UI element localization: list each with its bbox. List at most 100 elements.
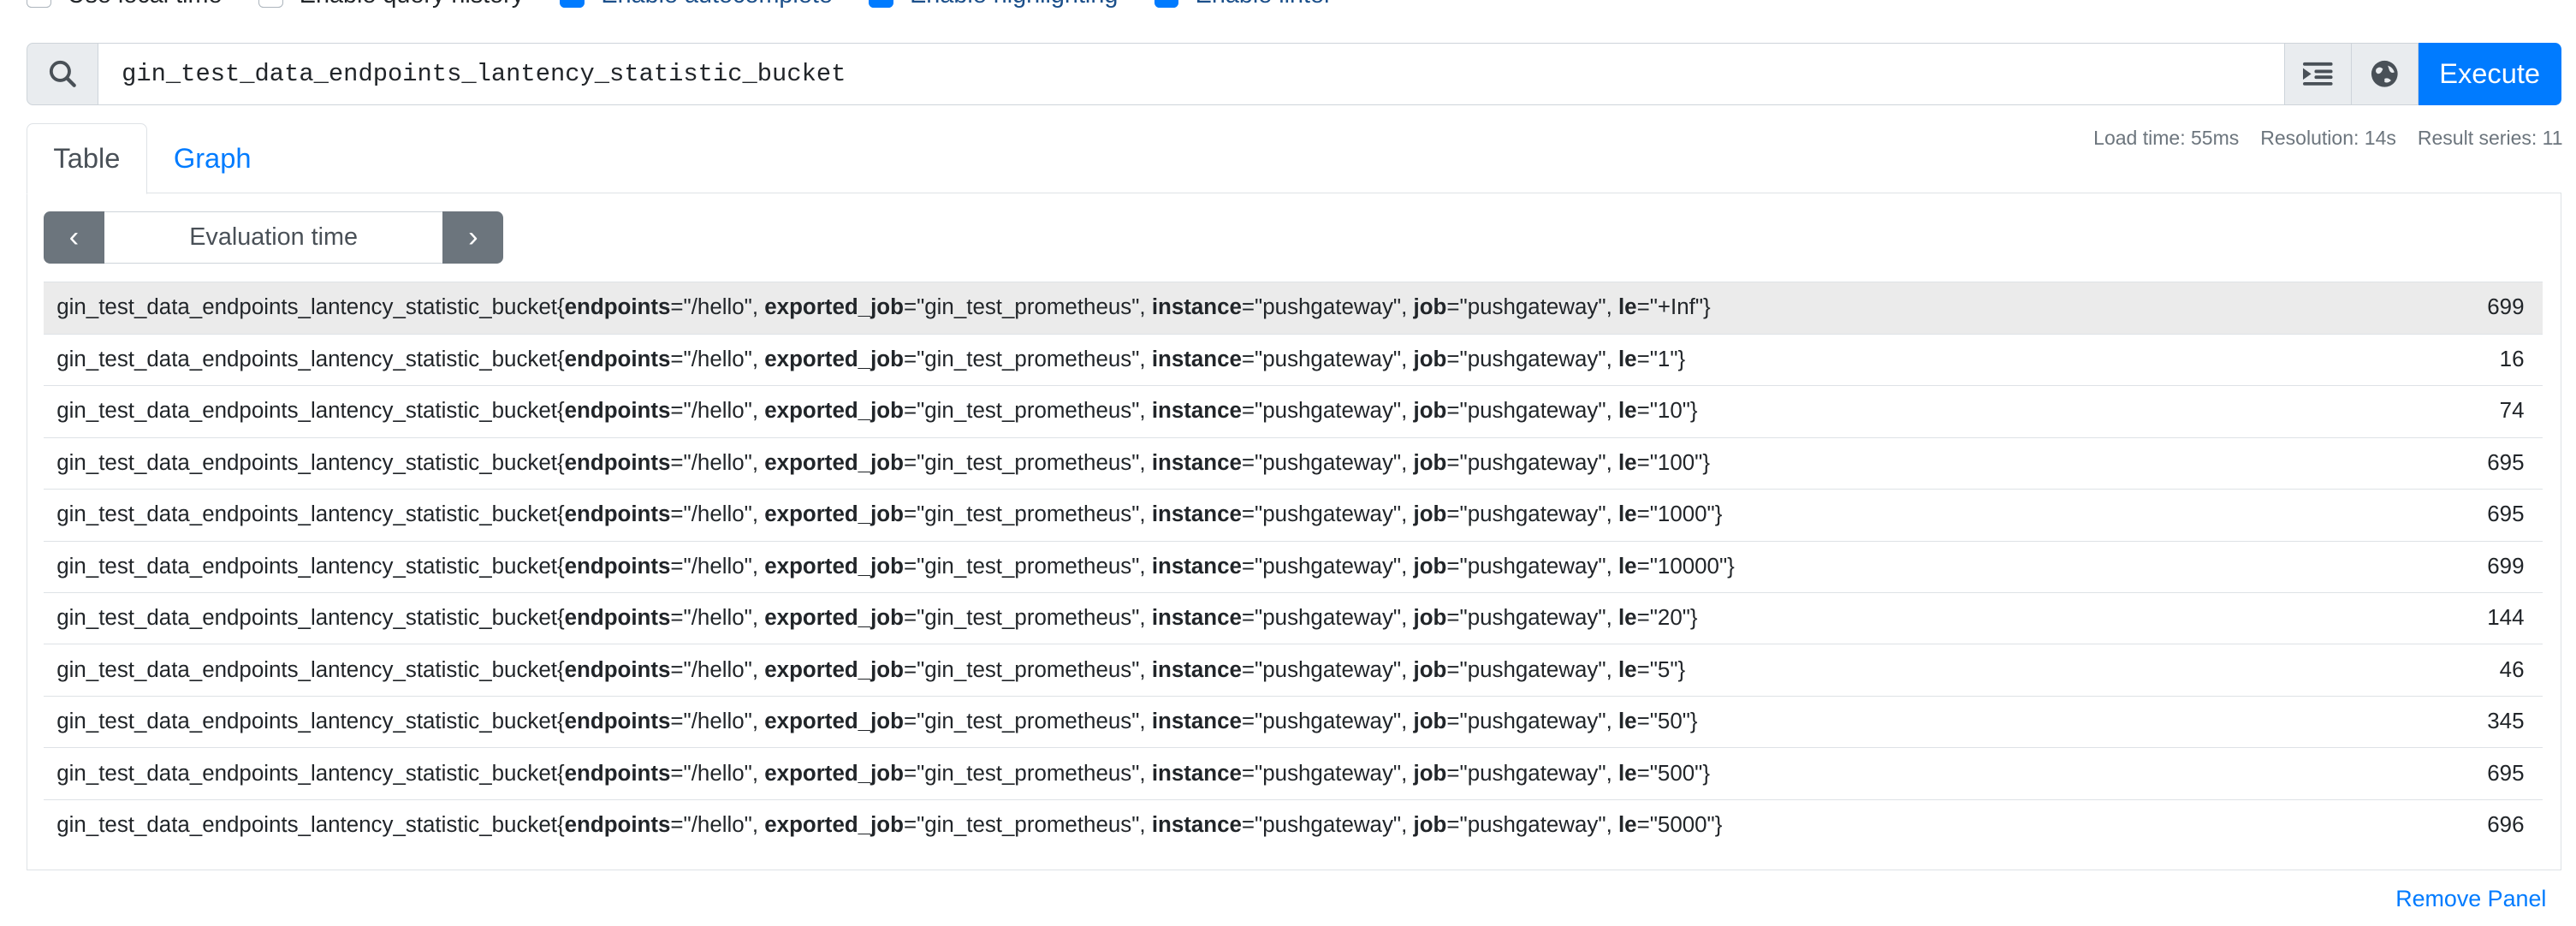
label-text: pushgateway xyxy=(1262,606,1393,631)
label-text: { xyxy=(556,347,565,371)
label-text: ", xyxy=(744,347,765,371)
label-name: le xyxy=(1617,295,1637,320)
label-text: 20 xyxy=(1657,606,1683,631)
label-text: 100 xyxy=(1657,450,1695,475)
chevron-left-icon: ‹ xyxy=(68,220,80,253)
label-text: =" xyxy=(670,450,691,475)
label-text: =" xyxy=(670,399,691,424)
series-value: 695 xyxy=(2487,761,2525,786)
option-query-history[interactable]: Enable query history xyxy=(258,0,524,9)
metrics-explorer-button[interactable] xyxy=(2351,42,2419,105)
label-text: pushgateway xyxy=(1467,399,1599,424)
label-text: /hello xyxy=(691,399,745,424)
label-text: ", xyxy=(1392,295,1414,320)
label-text: "} xyxy=(1670,347,1686,371)
results-table: gin_test_data_endpoints_lantency_statist… xyxy=(43,282,2543,851)
label-text: ", xyxy=(1392,709,1414,734)
evaluation-time-input[interactable]: Evaluation time xyxy=(104,211,443,264)
label-text: =" xyxy=(1446,502,1468,527)
label-text: =" xyxy=(670,295,691,320)
label-text: gin_test_data_endpoints_lantency_statist… xyxy=(56,450,557,475)
checkbox[interactable] xyxy=(258,0,283,8)
execute-button[interactable]: Execute xyxy=(2418,42,2561,105)
label-text: =" xyxy=(1241,502,1263,527)
option-highlighting[interactable]: Enable highlighting xyxy=(869,0,1118,9)
label-name: instance xyxy=(1151,450,1242,475)
label-name: exported_job xyxy=(764,657,904,682)
series-value: 46 xyxy=(2499,657,2525,682)
label-text: ", xyxy=(1131,657,1152,682)
label-name: endpoints xyxy=(564,450,671,475)
label-text: { xyxy=(556,709,565,734)
table-row: gin_test_data_endpoints_lantency_statist… xyxy=(43,282,2543,334)
label-text: pushgateway xyxy=(1262,502,1393,527)
series-label: gin_test_data_endpoints_lantency_statist… xyxy=(56,606,1697,631)
label-text: "} xyxy=(1695,761,1710,786)
table-row: gin_test_data_endpoints_lantency_statist… xyxy=(43,436,2543,489)
label-text: =" xyxy=(1636,554,1658,579)
label-text: "} xyxy=(1695,295,1711,320)
label-name: le xyxy=(1617,657,1637,682)
table-row: gin_test_data_endpoints_lantency_statist… xyxy=(43,489,2543,540)
label-text: pushgateway xyxy=(1467,812,1599,837)
checkbox[interactable] xyxy=(26,0,51,8)
remove-panel-link[interactable]: Remove Panel xyxy=(2395,886,2546,912)
label-name: job xyxy=(1413,709,1447,734)
label-text: pushgateway xyxy=(1262,657,1393,682)
label-name: exported_job xyxy=(764,399,904,424)
table-row: gin_test_data_endpoints_lantency_statist… xyxy=(43,333,2543,385)
label-text: /hello xyxy=(691,606,745,631)
label-text: =" xyxy=(903,606,925,631)
query-input[interactable]: gin_test_data_endpoints_lantency_statist… xyxy=(98,42,2286,105)
label-text: =" xyxy=(903,657,925,682)
label-text: =" xyxy=(1241,812,1263,837)
label-text: pushgateway xyxy=(1467,502,1599,527)
option-linter[interactable]: Enable linter xyxy=(1154,0,1333,9)
checkbox[interactable] xyxy=(869,0,893,8)
checkbox[interactable] xyxy=(1154,0,1179,8)
series-label: gin_test_data_endpoints_lantency_statist… xyxy=(56,399,1697,424)
label-text: ", xyxy=(744,606,765,631)
checkbox[interactable] xyxy=(560,0,585,8)
label-text: ", xyxy=(744,812,765,837)
label-text: =" xyxy=(1636,295,1658,320)
label-name: job xyxy=(1413,295,1447,320)
label-text: pushgateway xyxy=(1467,554,1599,579)
table-row: gin_test_data_endpoints_lantency_statist… xyxy=(43,747,2543,798)
label-text: { xyxy=(556,295,565,320)
series-label: gin_test_data_endpoints_lantency_statist… xyxy=(56,709,1697,734)
label-text: gin_test_prometheus xyxy=(924,502,1132,527)
label-text: =" xyxy=(1636,502,1658,527)
label-text: pushgateway xyxy=(1262,709,1393,734)
label-text: ", xyxy=(1131,450,1152,475)
label-name: job xyxy=(1413,657,1447,682)
series-label: gin_test_data_endpoints_lantency_statist… xyxy=(56,813,1722,838)
label-name: endpoints xyxy=(564,554,671,579)
option-use-local-time[interactable]: Use local time xyxy=(26,0,223,9)
label-text: =" xyxy=(670,502,691,527)
label-text: =" xyxy=(903,295,925,320)
label-text: ", xyxy=(1131,502,1152,527)
label-text: =" xyxy=(1446,399,1468,424)
indent-icon xyxy=(2303,62,2333,86)
label-text: gin_test_data_endpoints_lantency_statist… xyxy=(56,812,557,837)
next-time-button[interactable]: › xyxy=(442,211,504,264)
tab-graph[interactable]: Graph xyxy=(147,123,277,194)
evaluation-time-picker: ‹ Evaluation time › xyxy=(43,211,504,264)
label-text: ", xyxy=(744,554,765,579)
label-text: gin_test_data_endpoints_lantency_statist… xyxy=(56,657,557,682)
label-text: =" xyxy=(1446,450,1468,475)
prev-time-button[interactable]: ‹ xyxy=(43,211,104,264)
label-text: gin_test_data_endpoints_lantency_statist… xyxy=(56,295,557,320)
series-value: 699 xyxy=(2487,554,2525,579)
label-text: 5 xyxy=(1657,657,1671,682)
label-text: pushgateway xyxy=(1467,606,1599,631)
label-text: "} xyxy=(1706,502,1723,527)
label-text: ", xyxy=(1598,399,1618,424)
format-query-button[interactable] xyxy=(2285,42,2352,105)
option-autocomplete[interactable]: Enable autocomplete xyxy=(560,0,833,9)
table-row: gin_test_data_endpoints_lantency_statist… xyxy=(43,798,2543,851)
series-value: 74 xyxy=(2499,399,2525,424)
label-name: exported_job xyxy=(764,554,904,579)
tab-table[interactable]: Table xyxy=(26,122,148,194)
